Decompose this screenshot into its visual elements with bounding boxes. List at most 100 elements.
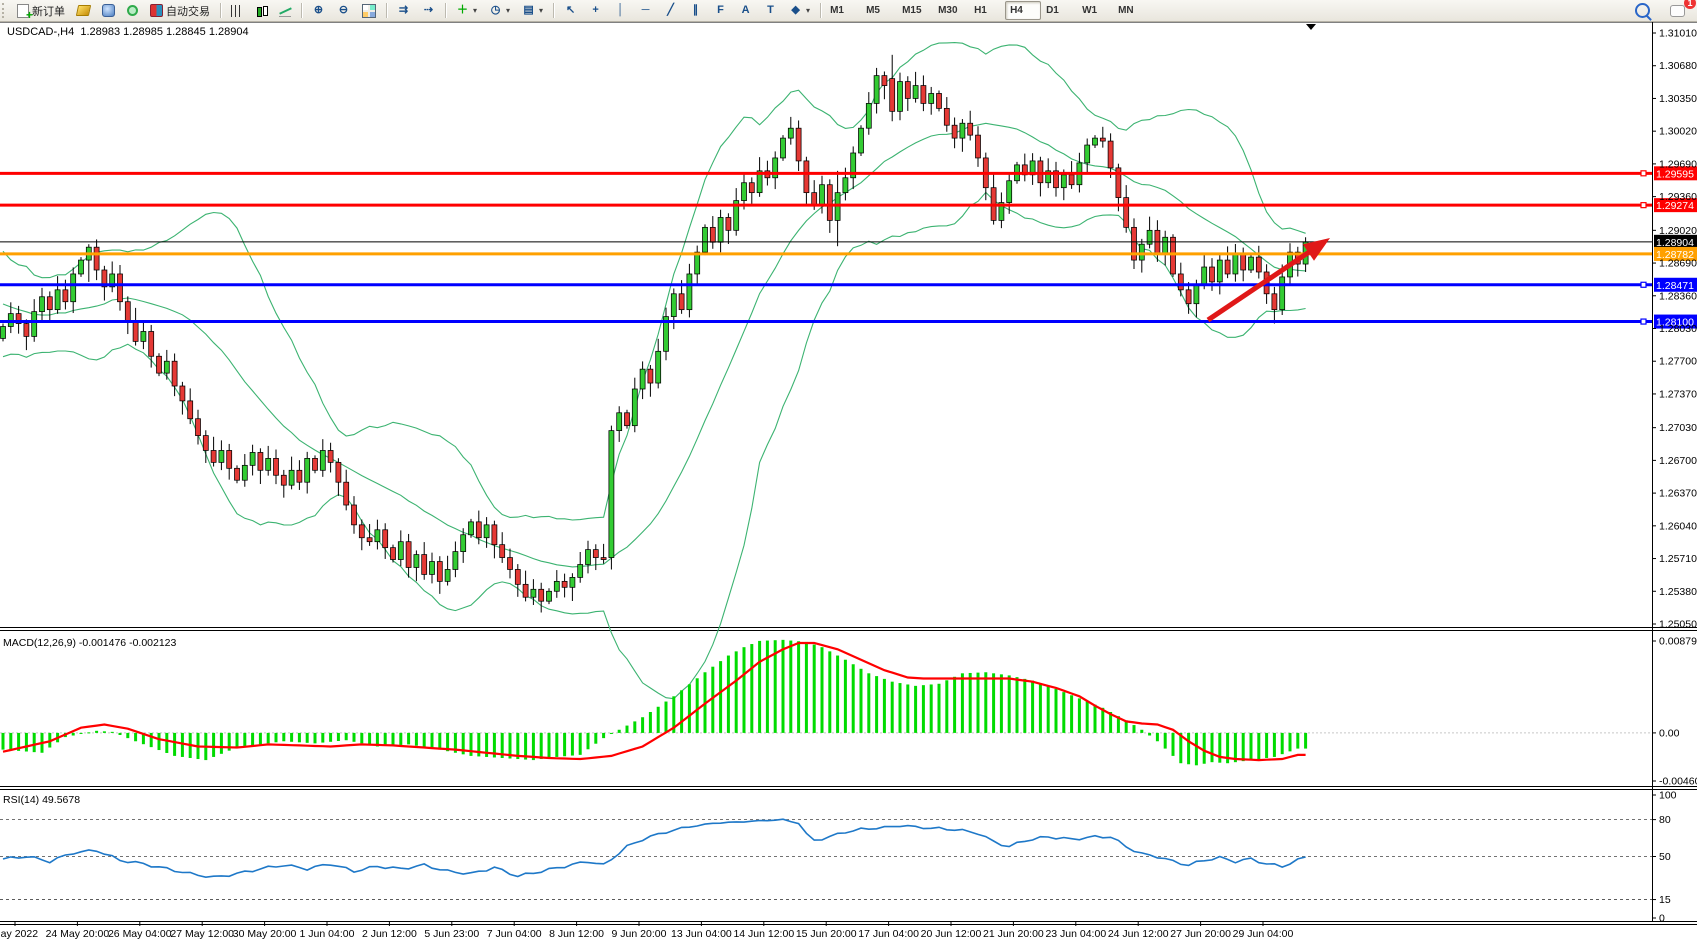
macd-histogram-bar (743, 647, 746, 733)
toolbar-cursor-button[interactable]: ↖ (559, 1, 582, 21)
candle-down (679, 294, 684, 310)
macd-histogram-bar (298, 733, 301, 742)
toolbar-text-button[interactable]: A (734, 1, 757, 21)
macd-histogram-bar (1023, 679, 1026, 733)
timeframe-m15-button[interactable]: M15 (897, 1, 933, 20)
candle-down (157, 356, 162, 373)
candle-down (508, 558, 513, 570)
price-tick-label: 1.29360 (1659, 191, 1697, 203)
toolbar-equidistant-channel-button[interactable]: ∥ (684, 1, 707, 21)
macd-histogram-bar (337, 733, 340, 741)
candle-down (1241, 254, 1246, 270)
arrows-dropdown-icon[interactable]: ▾ (806, 6, 810, 15)
price-tick-label: 1.31010 (1659, 28, 1697, 40)
toolbar-tile-windows-button[interactable] (357, 1, 381, 21)
timeframe-m1-button[interactable]: M1 (825, 1, 861, 20)
toolbar-candlestick-chart-button[interactable] (250, 1, 272, 21)
search-button[interactable] (1630, 1, 1655, 21)
chart-canvas[interactable]: 1.295951.292741.289041.287821.284711.281… (0, 22, 1697, 940)
toolbar-trendline-button[interactable]: ╱ (659, 1, 682, 21)
toolbar-crosshair-button[interactable]: + (584, 1, 607, 21)
timeframe-d1-button[interactable]: D1 (1041, 1, 1077, 20)
toolbar-indicators-button[interactable]: ＋▾ (451, 1, 482, 21)
toolbar-fibonacci-button[interactable]: F (709, 1, 732, 21)
templates-dropdown-icon[interactable]: ▾ (539, 6, 543, 15)
macd-histogram-bar (735, 651, 738, 733)
toolbar-chart-shift-button[interactable]: ⇢ (417, 1, 440, 21)
macd-histogram-bar (1070, 695, 1073, 733)
time-tick-label: 26 May 04:00 (108, 928, 172, 940)
chart-window[interactable]: USDCAD-,H4 1.28983 1.28985 1.28845 1.289… (0, 22, 1697, 940)
candle-down (1225, 260, 1230, 274)
candle-up (398, 542, 403, 560)
toolbar-templates-button[interactable]: ▤▾ (517, 1, 548, 21)
timeframe-h4-button[interactable]: H4 (1005, 1, 1041, 20)
candle-up (289, 470, 294, 485)
macd-histogram-bar (969, 673, 972, 733)
toolbar-horizontal-line-button[interactable]: ─ (634, 1, 657, 21)
macd-histogram-bar (828, 651, 831, 733)
toolbar-auto-scroll-button[interactable]: ⇉ (392, 1, 415, 21)
time-axis: May 202224 May 20:0026 May 04:0027 May 1… (0, 921, 1294, 940)
symbol-title: USDCAD-,H4 1.28983 1.28985 1.28845 1.289… (7, 26, 249, 38)
candle-up (79, 260, 84, 274)
macd-histogram-bar (1000, 674, 1003, 733)
toolbar-separator (445, 3, 446, 18)
periods-dropdown-icon[interactable]: ▾ (506, 6, 510, 15)
price-tick-label: 1.26700 (1659, 455, 1697, 467)
toolbar-auto-trading-button[interactable]: 自动交易 (145, 1, 215, 21)
toolbar-new-order-button[interactable]: 新订单 (12, 1, 70, 21)
indicators-icon: ＋ (456, 4, 469, 17)
toolbar-line-chart-button[interactable] (274, 1, 296, 21)
candle-up (32, 312, 37, 337)
timeframe-h1-button[interactable]: H1 (969, 1, 1005, 20)
candle-down (1108, 141, 1113, 168)
macd-histogram-bar (1172, 733, 1175, 756)
toolbar-bar-chart-button[interactable] (226, 1, 248, 21)
macd-histogram-bar (766, 641, 769, 733)
macd-histogram-bar (587, 733, 590, 749)
toolbar-text-label-button[interactable]: T (759, 1, 782, 21)
timeframe-mn-button[interactable]: MN (1113, 1, 1149, 20)
macd-histogram-bar (727, 656, 730, 733)
line-chart-icon (279, 4, 291, 17)
notifications-button[interactable]: 1 (1665, 1, 1690, 21)
macd-histogram-bar (165, 733, 168, 753)
timeframe-w1-button[interactable]: W1 (1077, 1, 1113, 20)
toolbar-arrows-button[interactable]: ◆▾ (784, 1, 815, 21)
trend-arrow[interactable] (1208, 238, 1330, 320)
toolbar-navigator-button[interactable] (97, 1, 120, 21)
macd-histogram-bar (392, 733, 395, 746)
candle-up (1085, 145, 1090, 163)
time-tick-label: 2 Jun 12:00 (362, 928, 417, 940)
candle-up (375, 530, 380, 542)
macd-histogram-bar (1148, 733, 1151, 736)
rsi-indicator-label: RSI(14) 49.5678 (3, 794, 80, 806)
macd-histogram-bar (243, 733, 246, 747)
toolbar-separator (386, 3, 387, 18)
candle-up (445, 569, 450, 581)
toolbar-periods-button[interactable]: ◷▾ (484, 1, 515, 21)
toolbar-zoom-in-button[interactable]: ⊕ (307, 1, 330, 21)
lower-band (3, 192, 1306, 698)
candle-up (453, 552, 458, 570)
timeframe-m5-button[interactable]: M5 (861, 1, 897, 20)
periods-icon: ◷ (489, 4, 502, 17)
toolbar-market-watch-button[interactable] (72, 1, 95, 21)
time-tick-label: 1 Jun 04:00 (300, 928, 355, 940)
macd-histogram-bar (899, 683, 902, 733)
toolbar-zoom-out-button[interactable]: ⊖ (332, 1, 355, 21)
indicators-dropdown-icon[interactable]: ▾ (473, 6, 477, 15)
signals-icon (127, 5, 138, 16)
timeframe-m30-button[interactable]: M30 (933, 1, 969, 20)
macd-histogram-bar (992, 673, 995, 733)
toolbar-signals-button[interactable] (122, 1, 143, 21)
macd-histogram-bar (618, 730, 621, 733)
candle-up (874, 76, 879, 104)
text-label-icon: T (764, 4, 777, 17)
candle-up (617, 413, 622, 431)
macd-histogram-bar (961, 673, 964, 733)
candle-down (710, 227, 715, 242)
toolbar-vertical-line-button[interactable]: │ (609, 1, 632, 21)
candle-down (1100, 138, 1105, 141)
